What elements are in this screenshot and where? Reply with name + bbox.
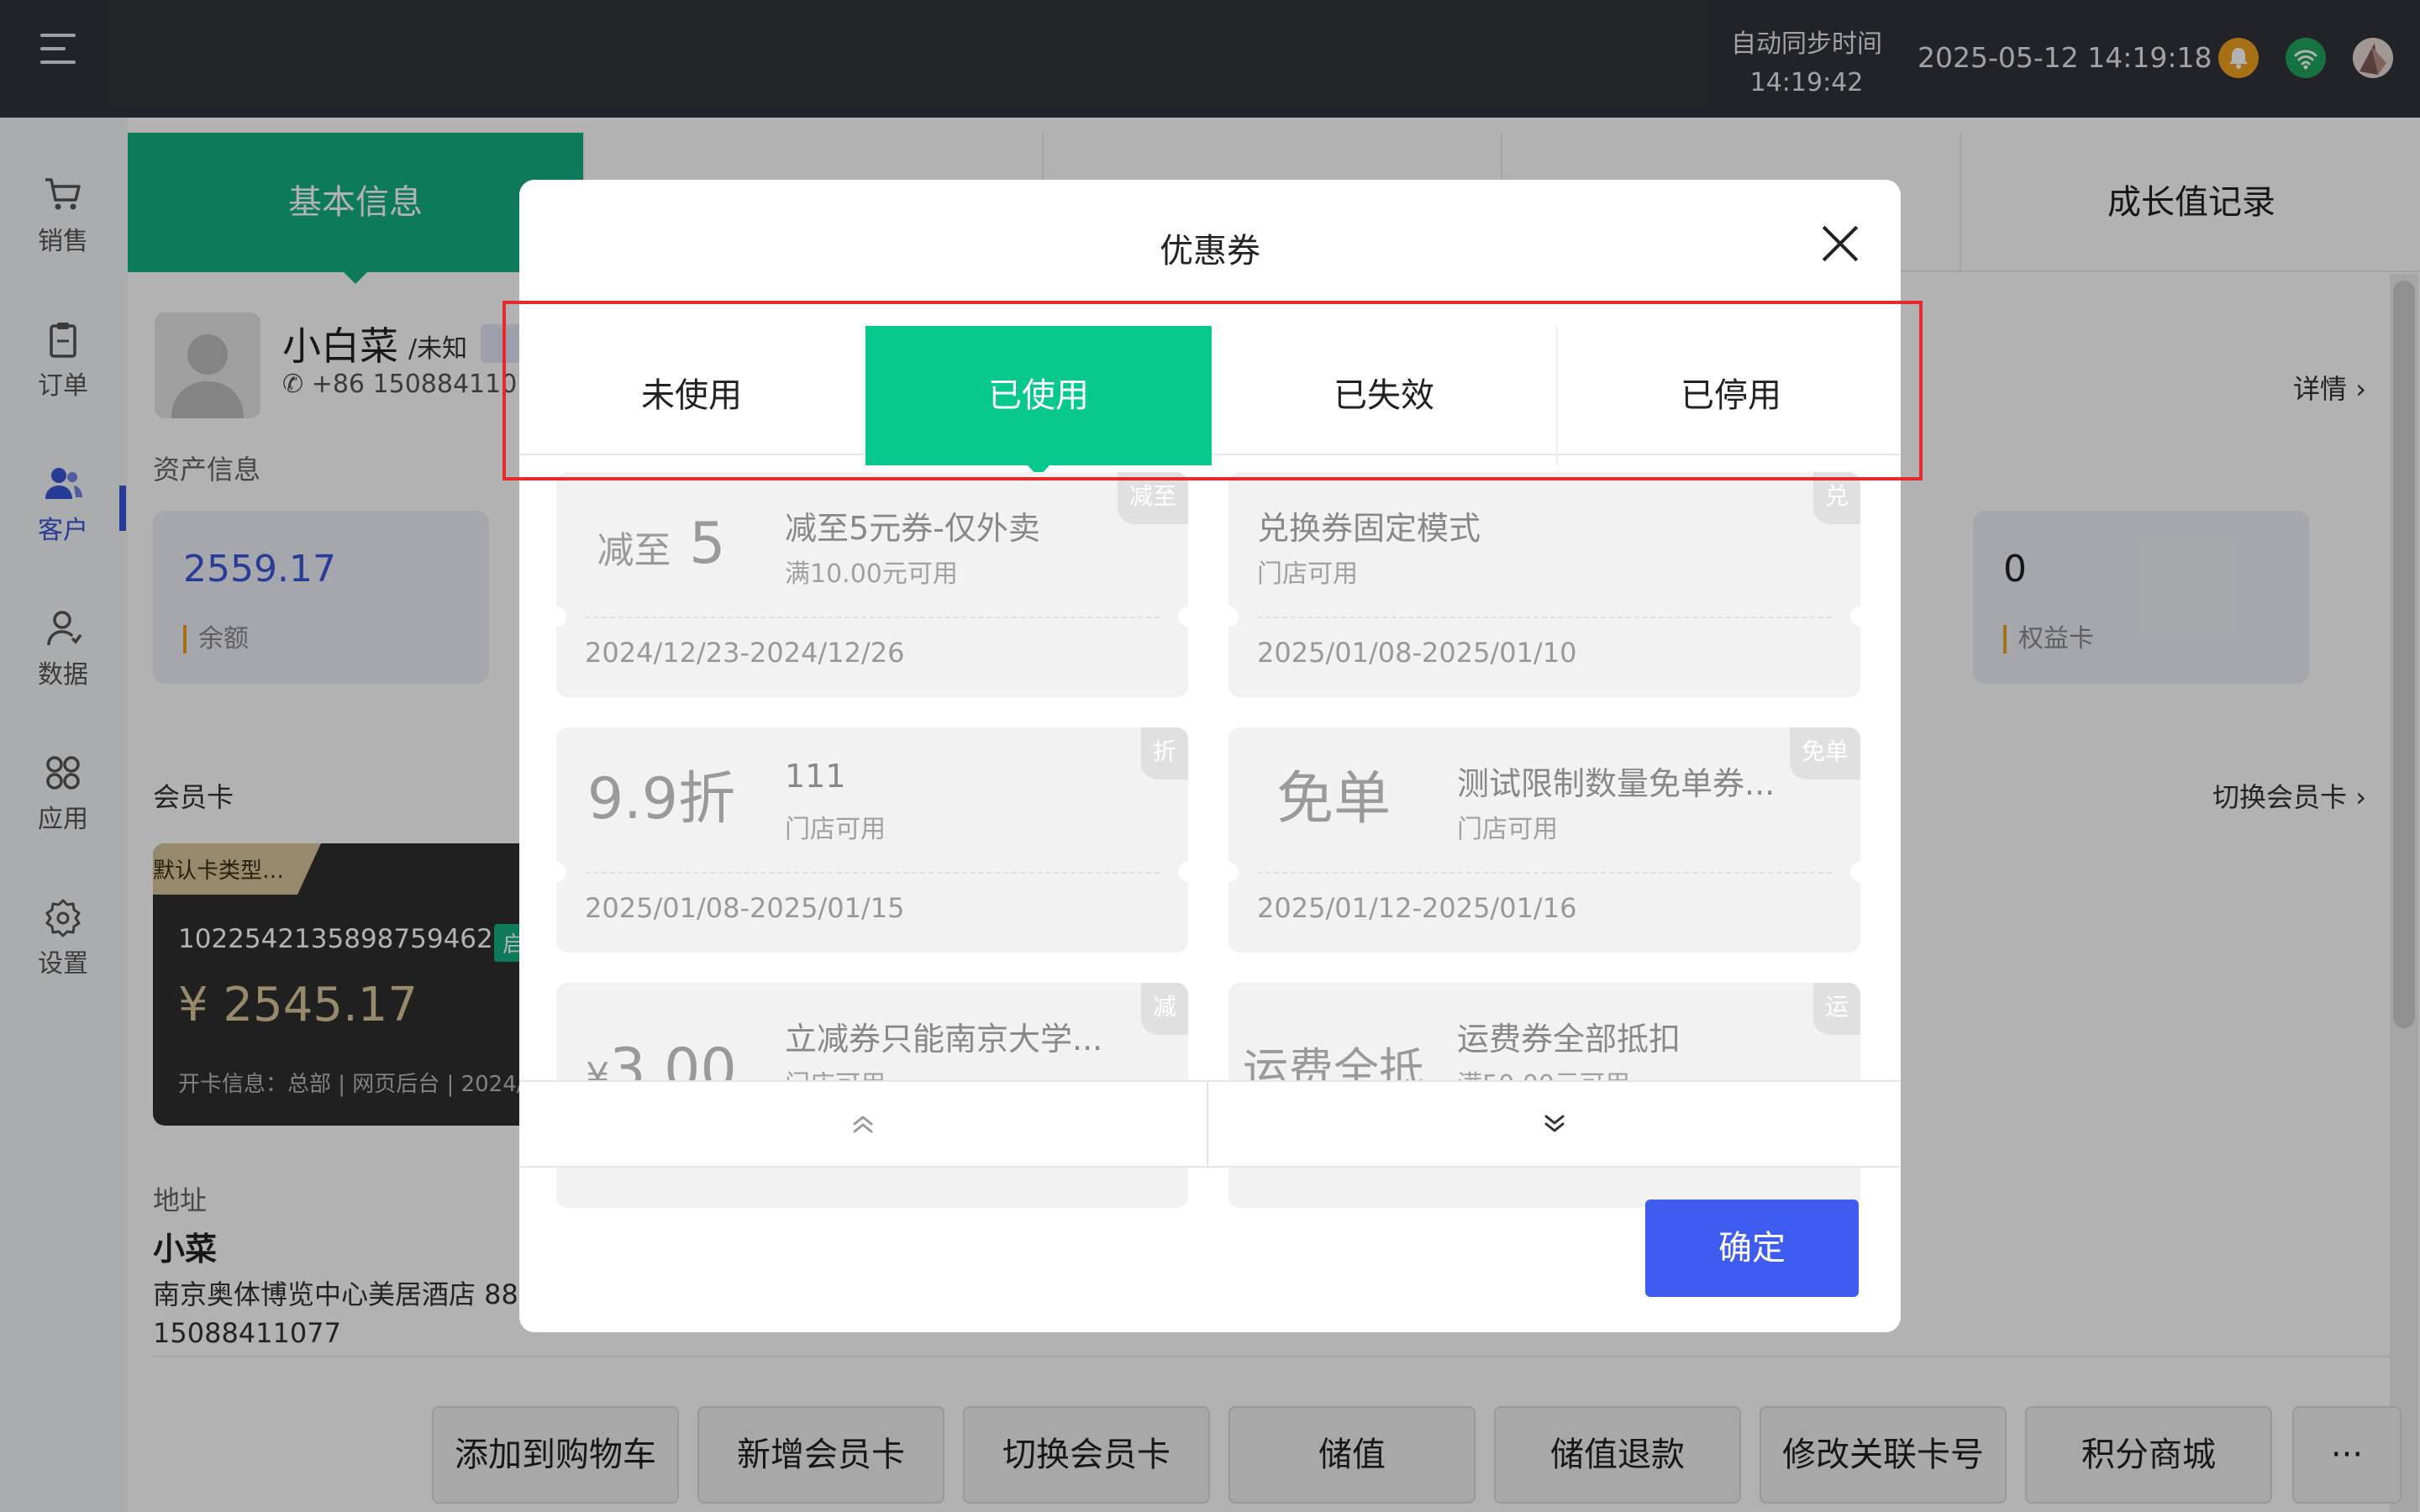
coupon-card[interactable]: 减至 5 减至5元券-仅外卖 满10.00元可用 2024/12/23-2024… (556, 472, 1188, 697)
coupon-condition: 门店可用 (785, 815, 886, 844)
coupon-value: 减至 5 (556, 472, 766, 617)
coupon-date: 2025/01/12-2025/01/16 (1257, 892, 1577, 924)
modal-title: 优惠券 (1160, 232, 1260, 270)
coupon-name: 111 (785, 758, 846, 795)
coupon-name: 测试限制数量免单券... (1457, 765, 1776, 802)
confirm-button[interactable]: 确定 (1645, 1200, 1859, 1297)
coupon-name: 兑换券固定模式 (1257, 510, 1481, 547)
coupon-value-prefix: 减至 (597, 529, 671, 572)
coupon-separator (585, 872, 1160, 874)
coupon-type-tag: 运 (1812, 983, 1860, 1035)
coupon-separator (1257, 872, 1832, 874)
coupon-name: 运费券全部抵扣 (1457, 1021, 1681, 1058)
coupon-condition: 满10.00元可用 (785, 559, 958, 589)
page-up-button[interactable] (519, 1082, 1208, 1166)
coupon-notch (1850, 862, 1860, 882)
coupon-condition: 门店可用 (1257, 559, 1358, 589)
coupon-card[interactable]: 9.9折 111 门店可用 2025/01/08-2025/01/15 折 (556, 727, 1188, 953)
coupon-card[interactable]: 免单 测试限制数量免单券... 门店可用 2025/01/12-2025/01/… (1228, 727, 1860, 953)
coupon-date: 2024/12/23-2024/12/26 (585, 637, 905, 669)
coupon-pager (519, 1080, 1901, 1168)
double-chevron-up-icon (853, 1116, 873, 1133)
coupon-card[interactable]: 兑换券固定模式 门店可用 2025/01/08-2025/01/10 兑 (1228, 472, 1860, 697)
coupon-type-tag: 免单 (1789, 727, 1860, 780)
coupon-date: 2025/01/08-2025/01/15 (585, 892, 905, 924)
coupon-condition: 门店可用 (1457, 815, 1558, 844)
page-down-button[interactable] (1210, 1082, 1899, 1166)
coupon-value-main: 免单 (1276, 766, 1391, 832)
coupon-value-main: 5 (689, 511, 726, 577)
coupon-notch (1178, 862, 1188, 882)
coupon-notch (1178, 606, 1188, 627)
tab-highlight-box (502, 301, 1923, 480)
coupon-type-tag: 折 (1140, 727, 1188, 780)
double-chevron-down-icon (1544, 1115, 1565, 1132)
coupon-name: 立减券只能南京大学... (785, 1021, 1103, 1058)
close-icon[interactable] (1820, 223, 1860, 264)
coupon-name: 减至5元券-仅外卖 (785, 510, 1040, 547)
coupon-type-tag: 减 (1140, 983, 1188, 1035)
coupon-separator (585, 617, 1160, 618)
coupon-value-main: 9.9折 (587, 766, 736, 832)
coupon-value: 9.9折 (556, 727, 766, 872)
coupon-date: 2025/01/08-2025/01/10 (1257, 637, 1577, 669)
page: 自动同步时间 14:19:42 2025-05-12 14:19:18 销售 订… (0, 0, 2420, 1512)
coupon-notch (1850, 606, 1860, 627)
coupon-value: 免单 (1228, 727, 1439, 872)
coupon-separator (1257, 617, 1832, 618)
